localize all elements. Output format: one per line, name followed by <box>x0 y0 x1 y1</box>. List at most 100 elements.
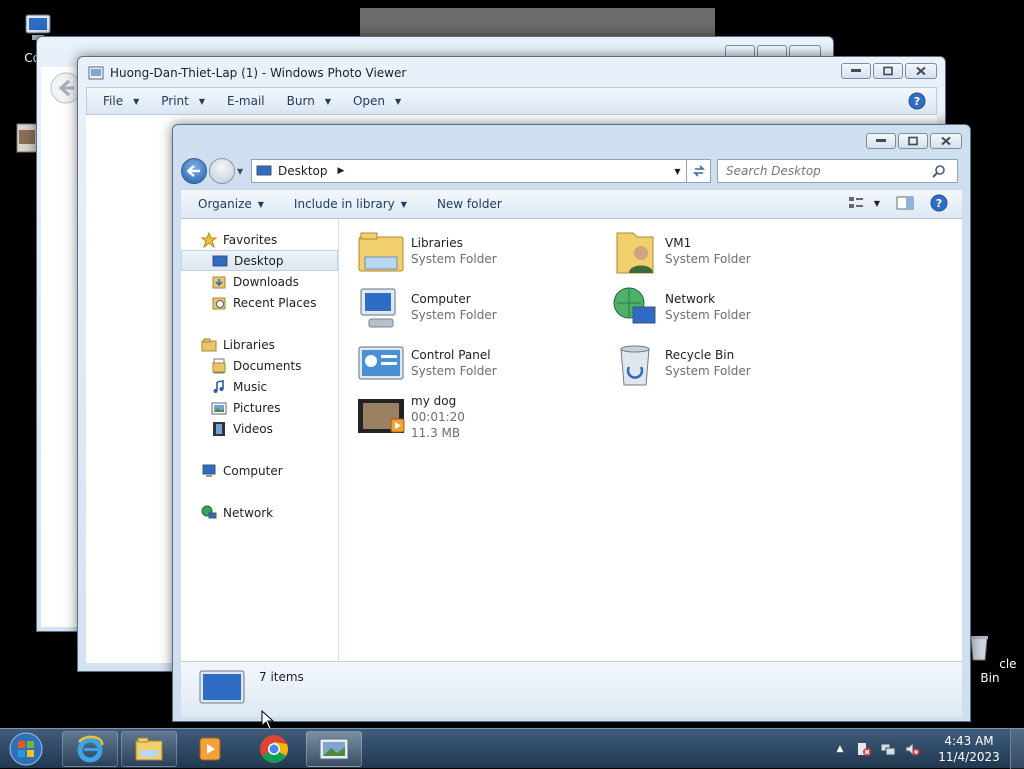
taskbar-internet-explorer[interactable] <box>62 731 118 767</box>
chevron-down-icon: ▼ <box>395 96 402 106</box>
list-item-network[interactable]: Network System Folder <box>611 285 851 335</box>
svg-text:?: ? <box>936 197 942 210</box>
nav-computer[interactable]: Computer <box>181 460 338 481</box>
item-type: System Folder <box>665 308 751 322</box>
taskbar-media-player[interactable] <box>182 731 238 767</box>
maximize-button[interactable] <box>898 133 928 149</box>
nav-favorites[interactable]: Favorites <box>181 229 338 250</box>
nav-downloads[interactable]: Downloads <box>181 271 338 292</box>
window-title: Huong-Dan-Thiet-Lap (1) - Windows Photo … <box>110 66 407 80</box>
search-icon[interactable] <box>932 164 946 178</box>
item-name: VM1 <box>665 236 692 250</box>
taskbar-clock[interactable]: 4:43 AM 11/4/2023 <box>932 733 1006 765</box>
view-options-icon <box>848 197 863 208</box>
maximize-button[interactable] <box>873 63 903 79</box>
explorer-body: Favorites Desktop Downloads Recent Place… <box>181 219 962 661</box>
chevron-down-icon: ▼ <box>257 199 264 209</box>
preview-pane-icon[interactable] <box>896 196 914 210</box>
star-icon <box>201 231 217 248</box>
nav-recent-places[interactable]: Recent Places <box>181 292 338 313</box>
list-item-control-panel[interactable]: Control Panel System Folder <box>357 341 597 391</box>
explorer-window[interactable]: ▼ Desktop ▶ ▼ Organize ▼ Include in libra… <box>172 124 971 722</box>
user-folder-icon <box>616 232 654 274</box>
taskbar-photo-viewer[interactable] <box>306 731 362 767</box>
show-hidden-icons-button[interactable]: ▲ <box>830 739 850 759</box>
nav-network[interactable]: Network <box>181 502 338 523</box>
svg-text:?: ? <box>914 95 920 108</box>
list-item-recycle-bin[interactable]: Recycle Bin System Folder <box>611 341 851 391</box>
nav-label: Computer <box>223 463 283 478</box>
item-type: System Folder <box>411 308 497 322</box>
organize-button[interactable]: Organize ▼ <box>198 197 264 211</box>
recent-pages-dropdown[interactable]: ▼ <box>237 167 247 176</box>
forward-button[interactable] <box>209 158 235 184</box>
taskbar: ▲ 4:43 AM 11/4/2023 <box>0 728 1024 769</box>
menu-print[interactable]: Print ▼ <box>161 94 205 108</box>
menu-email[interactable]: E-mail <box>227 94 265 108</box>
taskbar-chrome[interactable] <box>246 731 302 767</box>
nav-pictures[interactable]: Pictures <box>181 397 338 418</box>
navigation-bar: ▼ Desktop ▶ ▼ <box>181 157 962 185</box>
show-desktop-button[interactable] <box>1010 729 1024 769</box>
volume-muted-icon[interactable] <box>902 739 922 759</box>
nav-label: Network <box>223 505 274 520</box>
nav-documents[interactable]: Documents <box>181 355 338 376</box>
item-type: System Folder <box>411 364 497 378</box>
network-status-icon[interactable] <box>878 739 898 759</box>
action-center-icon[interactable] <box>854 739 874 759</box>
item-name: Libraries <box>411 236 463 250</box>
item-type: System Folder <box>665 252 751 266</box>
nav-videos[interactable]: Videos <box>181 418 338 439</box>
menu-label: File <box>103 94 124 108</box>
taskbar-explorer[interactable] <box>121 731 177 767</box>
command-label: Include in library <box>293 197 395 211</box>
item-duration: 00:01:20 <box>411 410 465 424</box>
view-controls: ▼ ? <box>848 194 948 212</box>
nav-libraries[interactable]: Libraries <box>181 334 338 355</box>
desktop-icon <box>199 670 245 704</box>
nav-label: Music <box>233 379 268 394</box>
list-item-libraries[interactable]: Libraries System Folder <box>357 229 597 279</box>
chevron-down-icon[interactable]: ▼ <box>668 166 686 176</box>
refresh-button[interactable] <box>687 159 711 183</box>
address-bar[interactable]: Desktop ▶ ▼ <box>251 159 687 183</box>
chevron-down-icon: ▼ <box>133 96 140 106</box>
item-size: 11.3 MB <box>411 426 461 440</box>
search-box[interactable] <box>717 159 958 183</box>
recent-places-icon <box>212 297 226 309</box>
menu-open[interactable]: Open ▼ <box>353 94 401 108</box>
back-arrow-icon <box>187 165 200 177</box>
back-button[interactable] <box>181 158 207 184</box>
start-button[interactable] <box>4 731 48 767</box>
address-segment[interactable]: Desktop <box>278 164 328 178</box>
background-window-edge <box>360 8 715 38</box>
chevron-right-icon[interactable]: ▶ <box>338 166 345 176</box>
folder-icon <box>135 737 163 761</box>
computer-icon <box>360 288 396 328</box>
help-icon[interactable]: ? <box>908 92 926 110</box>
list-item-my-dog[interactable]: my dog 00:01:20 11.3 MB <box>357 393 597 453</box>
nav-music[interactable]: Music <box>181 376 338 397</box>
change-view-button[interactable]: ▼ <box>848 196 880 210</box>
menu-file[interactable]: File ▼ <box>103 94 139 108</box>
documents-icon <box>212 358 226 373</box>
media-player-icon <box>199 737 221 761</box>
list-item-computer[interactable]: Computer System Folder <box>357 285 597 335</box>
refresh-icon <box>692 165 705 177</box>
command-bar: Organize ▼ Include in library ▼ New folder… <box>181 189 962 219</box>
help-icon[interactable]: ? <box>930 194 948 212</box>
menu-label: Print <box>161 94 189 108</box>
menu-burn[interactable]: Burn ▼ <box>287 94 331 108</box>
network-icon <box>201 505 217 518</box>
search-input[interactable] <box>726 164 932 178</box>
nav-desktop[interactable]: Desktop <box>181 250 338 271</box>
minimize-button[interactable] <box>841 63 871 79</box>
include-in-library-button[interactable]: Include in library ▼ <box>294 197 407 211</box>
close-button[interactable] <box>905 63 937 79</box>
minimize-button[interactable] <box>866 133 896 149</box>
list-item-vm1[interactable]: VM1 System Folder <box>611 229 851 279</box>
new-folder-button[interactable]: New folder <box>437 197 502 211</box>
close-button[interactable] <box>930 133 962 149</box>
nav-label: Videos <box>233 421 273 436</box>
